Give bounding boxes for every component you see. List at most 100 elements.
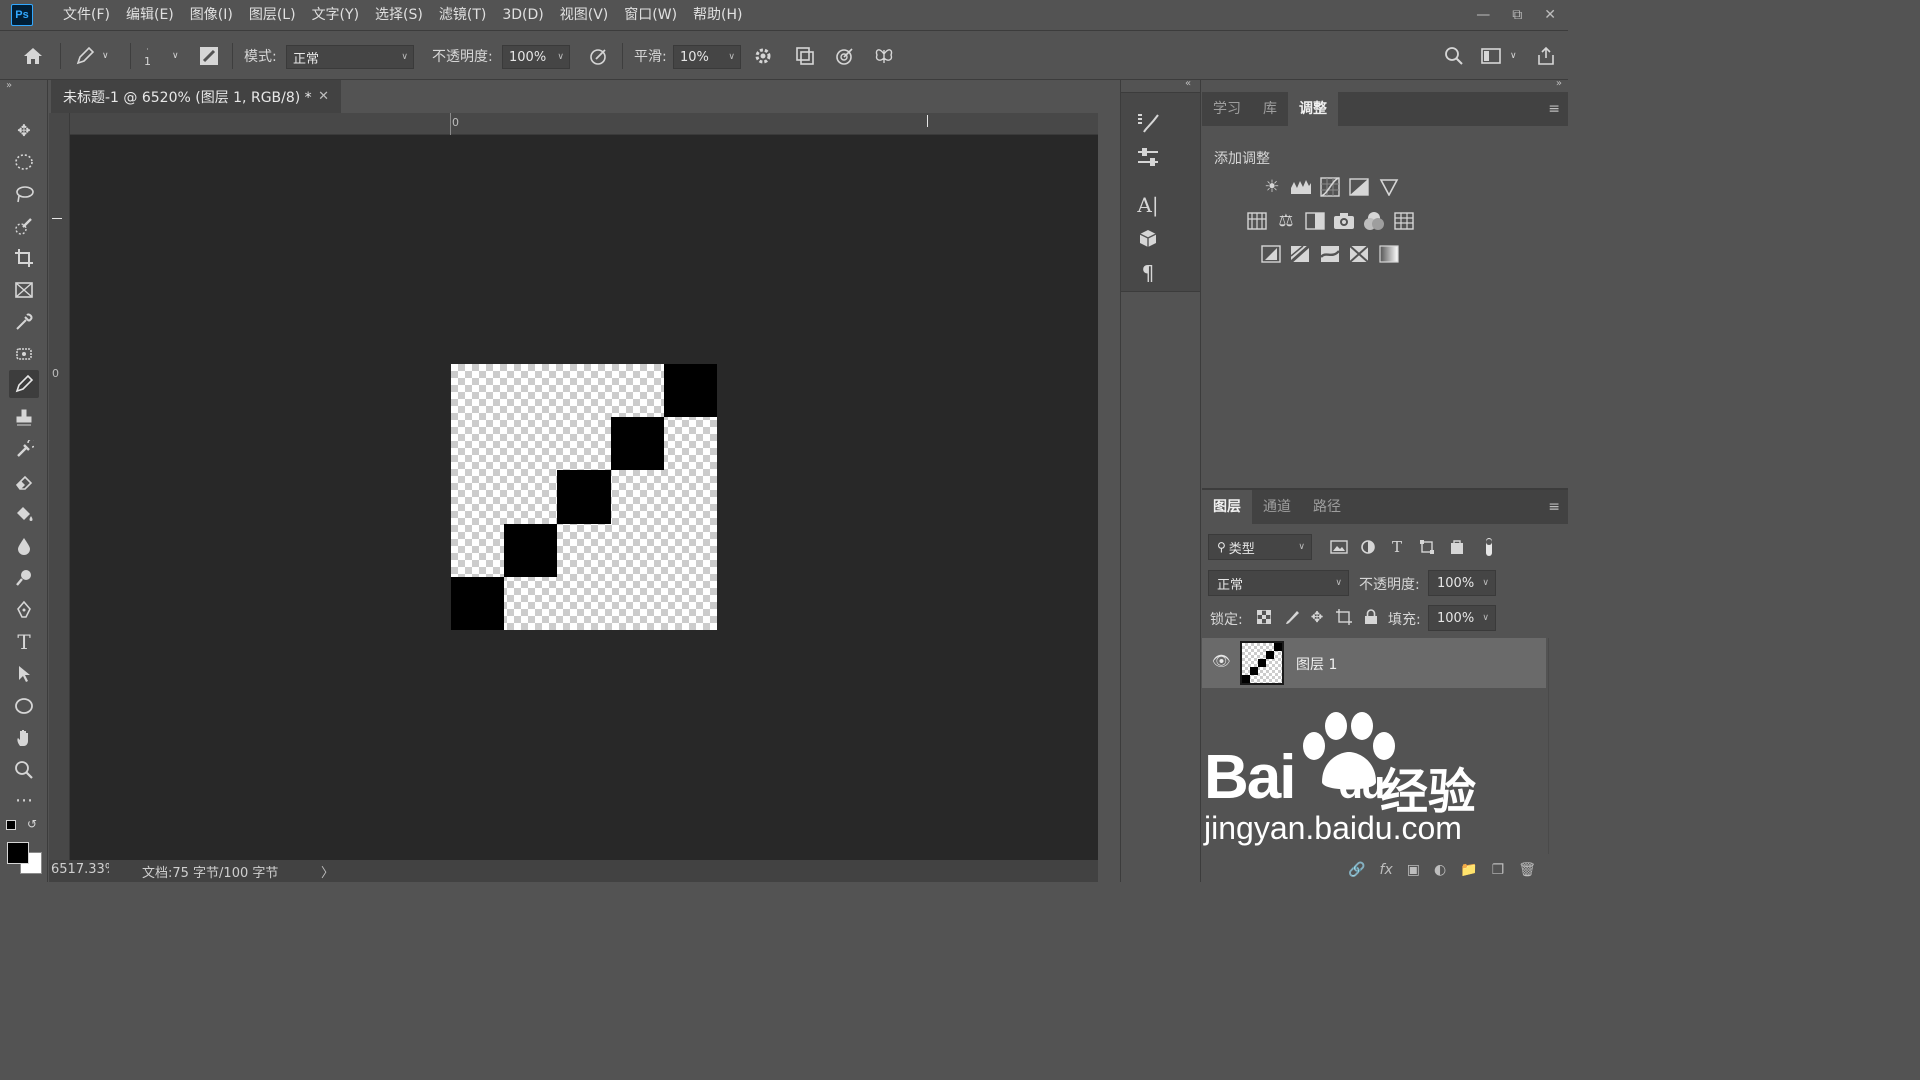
photo-filter-button[interactable] <box>1332 209 1356 233</box>
mode-select[interactable]: 正常 ∨ <box>286 45 414 69</box>
pen-tool[interactable] <box>9 596 39 624</box>
collapse-dock-icon[interactable]: « <box>1185 78 1191 89</box>
frame-tool[interactable] <box>9 276 39 304</box>
horizontal-ruler[interactable]: 0 <box>70 113 1098 135</box>
pencil-tool[interactable] <box>9 370 39 398</box>
layer-filter-select[interactable]: ⚲ 类型 ∨ <box>1208 534 1312 560</box>
smoothing-field[interactable]: 10% ∨ <box>673 45 741 69</box>
tab-adjustments[interactable]: 调整 <box>1288 92 1338 126</box>
paragraph-button[interactable]: ¶ <box>1133 259 1163 287</box>
dodge-tool[interactable] <box>9 564 39 592</box>
menu-image[interactable]: 图像(I) <box>182 0 241 30</box>
filter-shape-button[interactable] <box>1416 536 1438 558</box>
color-lookup-button[interactable] <box>1392 209 1416 233</box>
tab-learn[interactable]: 学习 <box>1202 92 1252 126</box>
marquee-tool[interactable] <box>9 148 39 176</box>
crop-tool[interactable] <box>9 244 39 272</box>
collapse-panels-icon[interactable]: » <box>1556 78 1562 89</box>
symmetry-button[interactable] <box>873 31 895 81</box>
lock-artboard-button[interactable] <box>1333 606 1355 628</box>
collapse-toolbar-icon[interactable]: » <box>6 80 12 91</box>
menu-filter[interactable]: 滤镜(T) <box>431 0 494 30</box>
vibrance-button[interactable] <box>1377 175 1401 199</box>
exposure-button[interactable] <box>1347 175 1371 199</box>
edit-toolbar-button[interactable]: ⋯ <box>9 786 39 814</box>
layer-opacity-field[interactable]: 100% ∨ <box>1428 570 1496 596</box>
brush-settings-button[interactable] <box>1133 109 1163 137</box>
menu-select[interactable]: 选择(S) <box>367 0 431 30</box>
gradient-map-button[interactable] <box>1377 242 1401 266</box>
minimize-icon[interactable]: — <box>1476 7 1490 23</box>
smoothing-options-button[interactable] <box>753 31 773 81</box>
panel-menu-icon[interactable]: ≡ <box>1548 490 1560 524</box>
panel-menu-icon[interactable]: ≡ <box>1548 92 1560 126</box>
menu-type[interactable]: 文字(Y) <box>304 0 367 30</box>
move-tool[interactable]: ✥ <box>9 116 39 144</box>
close-icon[interactable]: ✕ <box>1544 7 1556 23</box>
menu-view[interactable]: 视图(V) <box>552 0 617 30</box>
menu-3d[interactable]: 3D(D) <box>494 0 551 30</box>
zoom-tool[interactable] <box>9 756 39 784</box>
layer-thumbnail[interactable] <box>1240 641 1284 685</box>
foreground-color-swatch[interactable] <box>7 842 29 864</box>
brush-size-picker[interactable]: · 1 <box>144 31 151 81</box>
vertical-ruler[interactable]: 0 <box>49 113 70 860</box>
menu-layer[interactable]: 图层(L) <box>241 0 304 30</box>
filter-smart-object-button[interactable] <box>1446 536 1468 558</box>
channel-mixer-button[interactable] <box>1362 209 1386 233</box>
layers-scrollbar[interactable] <box>1548 638 1566 854</box>
brush-panel-toggle[interactable] <box>198 31 220 81</box>
filter-adjustment-button[interactable] <box>1357 536 1379 558</box>
black-white-button[interactable] <box>1303 209 1327 233</box>
posterize-button[interactable] <box>1288 242 1312 266</box>
lock-transparency-button[interactable] <box>1253 606 1275 628</box>
adjustment-layer-icon[interactable]: ◐ <box>1434 862 1446 878</box>
eye-icon[interactable]: 👁 <box>1212 652 1231 670</box>
menu-help[interactable]: 帮助(H) <box>685 0 750 30</box>
character-button[interactable]: A| <box>1133 191 1163 219</box>
artwork-canvas[interactable] <box>451 364 717 630</box>
layer-name[interactable]: 图层 1 <box>1296 654 1337 674</box>
lock-all-button[interactable] <box>1360 606 1382 628</box>
close-icon[interactable]: ✕ <box>318 89 329 104</box>
share-button[interactable] <box>1536 31 1556 81</box>
new-layer-icon[interactable]: ❐ <box>1492 862 1505 878</box>
default-colors-icon[interactable] <box>6 820 16 830</box>
restore-icon[interactable]: ⧉ <box>1512 7 1522 23</box>
quick-select-tool[interactable] <box>9 212 39 240</box>
path-select-tool[interactable] <box>9 660 39 688</box>
ellipse-tool[interactable] <box>9 692 39 720</box>
swap-colors-icon[interactable]: ↺ <box>27 817 37 831</box>
filter-toggle-button[interactable] <box>1478 536 1500 558</box>
hue-saturation-button[interactable] <box>1245 209 1269 233</box>
trash-icon[interactable]: 🗑 <box>1518 862 1536 878</box>
tab-libraries[interactable]: 库 <box>1252 92 1288 126</box>
link-icon[interactable]: 🔗 <box>1348 862 1365 878</box>
selective-color-button[interactable] <box>1347 242 1371 266</box>
workspace-button[interactable]: ∨ <box>1480 31 1517 81</box>
color-balance-button[interactable]: ⚖ <box>1274 209 1298 233</box>
blur-tool[interactable] <box>9 532 39 560</box>
lasso-tool[interactable] <box>9 180 39 208</box>
brightness-contrast-button[interactable]: ☀ <box>1260 175 1284 199</box>
fx-icon[interactable]: fx <box>1380 862 1393 878</box>
opacity-field[interactable]: 100% ∨ <box>502 45 570 69</box>
adjustments-button[interactable] <box>1133 143 1163 171</box>
tab-channels[interactable]: 通道 <box>1252 490 1302 524</box>
blend-mode-select[interactable]: 正常 ∨ <box>1208 570 1349 596</box>
hand-tool[interactable] <box>9 724 39 752</box>
tool-preset-picker[interactable]: ∨ <box>74 31 109 81</box>
lock-pixels-button[interactable] <box>1281 606 1303 628</box>
angle-button[interactable] <box>834 31 856 81</box>
threshold-button[interactable] <box>1318 242 1342 266</box>
paint-bucket-tool[interactable] <box>9 500 39 528</box>
document-vertical-scrollbar[interactable] <box>1098 113 1118 882</box>
fill-field[interactable]: 100% ∨ <box>1428 605 1496 631</box>
menu-edit[interactable]: 编辑(E) <box>118 0 182 30</box>
filter-type-button[interactable]: T <box>1386 536 1408 558</box>
pressure-opacity-button[interactable] <box>588 31 610 81</box>
eraser-tool[interactable] <box>9 468 39 496</box>
pressure-size-button[interactable] <box>794 31 816 81</box>
patch-tool[interactable] <box>9 340 39 368</box>
canvas-area[interactable] <box>70 135 1098 860</box>
